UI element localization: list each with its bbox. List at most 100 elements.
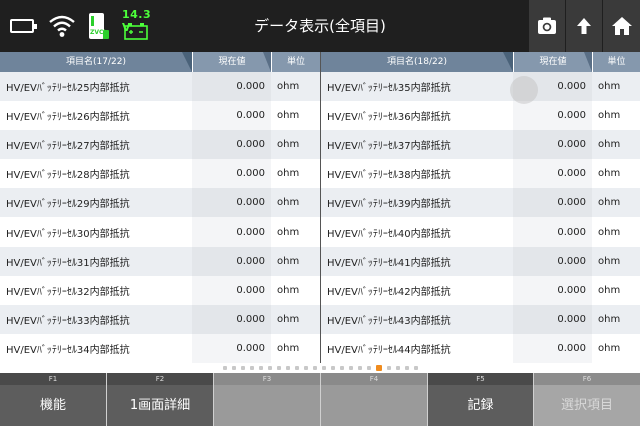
row-value: 0.000 (513, 217, 592, 247)
row-name: HV/EVﾊﾞｯﾃﾘｰｾﾙ32内部抵抗 (6, 286, 130, 298)
table-row[interactable]: HV/EVﾊﾞｯﾃﾘｰｾﾙ30内部抵抗 0.000 ohm (0, 217, 320, 247)
row-value: 0.000 (513, 246, 592, 276)
table-row[interactable]: HV/EVﾊﾞｯﾃﾘｰｾﾙ35内部抵抗 0.000 ohm (321, 72, 640, 102)
row-name: HV/EVﾊﾞｯﾃﾘｰｾﾙ42内部抵抗 (327, 286, 451, 298)
fkey-number: F4 (321, 373, 427, 385)
table-row[interactable]: HV/EVﾊﾞｯﾃﾘｰｾﾙ36内部抵抗 0.000 ohm (321, 101, 640, 131)
row-unit: ohm (598, 81, 621, 93)
page-dot (404, 366, 409, 370)
fkey-number: F6 (534, 373, 640, 385)
column-header-unit: 単位 (271, 52, 320, 72)
row-value: 0.000 (513, 159, 592, 189)
row-name: HV/EVﾊﾞｯﾃﾘｰｾﾙ29内部抵抗 (6, 199, 130, 211)
table-row[interactable]: HV/EVﾊﾞｯﾃﾘｰｾﾙ40内部抵抗 0.000 ohm (321, 217, 640, 247)
f5-record-button[interactable]: F5 記録 (428, 373, 534, 426)
table-row[interactable]: HV/EVﾊﾞｯﾃﾘｰｾﾙ27内部抵抗 0.000 ohm (0, 130, 320, 160)
table-row[interactable]: HV/EVﾊﾞｯﾃﾘｰｾﾙ39内部抵抗 0.000 ohm (321, 188, 640, 218)
row-name: HV/EVﾊﾞｯﾃﾘｰｾﾙ39内部抵抗 (327, 199, 451, 211)
f3-button: F3 (214, 373, 321, 426)
touch-indicator (510, 76, 538, 104)
row-unit: ohm (598, 168, 621, 180)
row-name: HV/EVﾊﾞｯﾃﾘｰｾﾙ33内部抵抗 (6, 315, 130, 327)
table-row[interactable]: HV/EVﾊﾞｯﾃﾘｰｾﾙ31内部抵抗 0.000 ohm (0, 246, 320, 276)
row-value: 0.000 (192, 246, 271, 276)
row-name: HV/EVﾊﾞｯﾃﾘｰｾﾙ34内部抵抗 (6, 344, 130, 356)
table-row[interactable]: HV/EVﾊﾞｯﾃﾘｰｾﾙ25内部抵抗 0.000 ohm (0, 72, 320, 102)
row-name: HV/EVﾊﾞｯﾃﾘｰｾﾙ31内部抵抗 (6, 257, 130, 269)
row-unit: ohm (277, 255, 300, 267)
page-dot (267, 366, 272, 370)
table-body: HV/EVﾊﾞｯﾃﾘｰｾﾙ25内部抵抗 0.000 ohm HV/EVﾊﾞｯﾃﾘｰｾ… (0, 72, 320, 363)
row-unit: ohm (598, 139, 621, 151)
row-name: HV/EVﾊﾞｯﾃﾘｰｾﾙ44内部抵抗 (327, 344, 451, 356)
left-data-table: 項目名(17/22) 現在値 単位 HV/EVﾊﾞｯﾃﾘｰｾﾙ25内部抵抗 0.0… (0, 52, 320, 363)
row-value: 0.000 (513, 101, 592, 131)
row-unit: ohm (277, 168, 300, 180)
row-unit: ohm (277, 110, 300, 122)
table-row[interactable]: HV/EVﾊﾞｯﾃﾘｰｾﾙ37内部抵抗 0.000 ohm (321, 130, 640, 160)
row-unit: ohm (598, 226, 621, 238)
row-name: HV/EVﾊﾞｯﾃﾘｰｾﾙ37内部抵抗 (327, 141, 451, 153)
row-unit: ohm (277, 226, 300, 238)
column-header-name[interactable]: 項目名(17/22) (0, 52, 192, 72)
row-value: 0.000 (192, 130, 271, 160)
row-unit: ohm (277, 139, 300, 151)
fkey-label: 1画面詳細 (107, 385, 213, 426)
row-value: 0.000 (192, 188, 271, 218)
top-bar: ZVCI 14.3 V データ表示(全項目) (0, 0, 640, 52)
row-unit: ohm (598, 313, 621, 325)
page-dot (413, 366, 418, 370)
column-header-unit: 単位 (592, 52, 640, 72)
row-value: 0.000 (513, 304, 592, 334)
table-header: 項目名(17/22) 現在値 単位 (0, 52, 320, 72)
page-dot (386, 366, 391, 370)
table-row[interactable]: HV/EVﾊﾞｯﾃﾘｰｾﾙ32内部抵抗 0.000 ohm (0, 275, 320, 305)
column-header-value[interactable]: 現在値 (513, 52, 592, 72)
page-dot (366, 366, 371, 370)
table-row[interactable]: HV/EVﾊﾞｯﾃﾘｰｾﾙ42内部抵抗 0.000 ohm (321, 275, 640, 305)
row-value: 0.000 (192, 101, 271, 131)
row-unit: ohm (277, 81, 300, 93)
fkey-number: F5 (428, 373, 533, 385)
upload-button[interactable] (566, 0, 602, 52)
table-row[interactable]: HV/EVﾊﾞｯﾃﾘｰｾﾙ38内部抵抗 0.000 ohm (321, 159, 640, 189)
table-row[interactable]: HV/EVﾊﾞｯﾃﾘｰｾﾙ26内部抵抗 0.000 ohm (0, 101, 320, 131)
row-name: HV/EVﾊﾞｯﾃﾘｰｾﾙ41内部抵抗 (327, 257, 451, 269)
row-value: 0.000 (192, 304, 271, 334)
f2-detail-button[interactable]: F2 1画面詳細 (107, 373, 214, 426)
table-row[interactable]: HV/EVﾊﾞｯﾃﾘｰｾﾙ44内部抵抗 0.000 ohm (321, 333, 640, 363)
f6-select-items-button: F6 選択項目 (534, 373, 640, 426)
f4-button: F4 (321, 373, 428, 426)
row-unit: ohm (598, 197, 621, 209)
column-header-name[interactable]: 項目名(18/22) (321, 52, 513, 72)
camera-icon (538, 17, 556, 34)
column-header-value[interactable]: 現在値 (192, 52, 271, 72)
page-dot (258, 366, 263, 370)
page-dot (330, 366, 335, 370)
table-row[interactable]: HV/EVﾊﾞｯﾃﾘｰｾﾙ28内部抵抗 0.000 ohm (0, 159, 320, 189)
page-dot (321, 366, 326, 370)
row-value: 0.000 (192, 275, 271, 305)
table-row[interactable]: HV/EVﾊﾞｯﾃﾘｰｾﾙ33内部抵抗 0.000 ohm (0, 304, 320, 334)
row-value: 0.000 (192, 72, 271, 102)
camera-button[interactable] (529, 0, 565, 52)
page-dot (231, 366, 236, 370)
table-row[interactable]: HV/EVﾊﾞｯﾃﾘｰｾﾙ34内部抵抗 0.000 ohm (0, 333, 320, 363)
page-dot (276, 366, 281, 370)
fkey-number: F3 (214, 373, 320, 385)
home-button[interactable] (603, 0, 640, 52)
table-row[interactable]: HV/EVﾊﾞｯﾃﾘｰｾﾙ43内部抵抗 0.000 ohm (321, 304, 640, 334)
table-row[interactable]: HV/EVﾊﾞｯﾃﾘｰｾﾙ41内部抵抗 0.000 ohm (321, 246, 640, 276)
fkey-number: F1 (0, 373, 106, 385)
row-name: HV/EVﾊﾞｯﾃﾘｰｾﾙ27内部抵抗 (6, 141, 130, 153)
page-dot (357, 366, 362, 370)
row-unit: ohm (277, 342, 300, 354)
right-data-table: 項目名(18/22) 現在値 単位 HV/EVﾊﾞｯﾃﾘｰｾﾙ35内部抵抗 0.0… (321, 52, 640, 363)
f1-function-button[interactable]: F1 機能 (0, 373, 107, 426)
row-name: HV/EVﾊﾞｯﾃﾘｰｾﾙ36内部抵抗 (327, 112, 451, 124)
table-row[interactable]: HV/EVﾊﾞｯﾃﾘｰｾﾙ29内部抵抗 0.000 ohm (0, 188, 320, 218)
page-dot (222, 366, 227, 370)
row-name: HV/EVﾊﾞｯﾃﾘｰｾﾙ28内部抵抗 (6, 170, 130, 182)
page-title: データ表示(全項目) (254, 17, 386, 35)
function-key-bar: F1 機能 F2 1画面詳細 F3 F4 F5 記録 F6 選択項目 (0, 373, 640, 426)
